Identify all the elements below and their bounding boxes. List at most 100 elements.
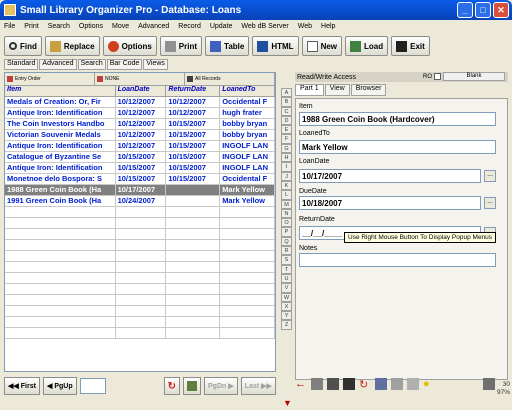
menu-advanced[interactable]: Advanced <box>138 23 169 30</box>
alpha-index-l[interactable]: L <box>281 190 292 200</box>
delete-record-icon[interactable] <box>343 378 355 390</box>
alpha-index-m[interactable]: M <box>281 199 292 209</box>
table-row[interactable]: Antique Iron: Identification 10/12/2007 10… <box>5 141 275 152</box>
html-button[interactable]: HTML <box>252 36 299 56</box>
menu-help[interactable]: Help <box>321 23 335 30</box>
alpha-index-u[interactable]: U <box>281 273 292 284</box>
menu-update[interactable]: Update <box>210 23 233 30</box>
table-row[interactable]: Antique Iron: Identification 10/12/2007 10… <box>5 108 275 119</box>
table-row[interactable]: Victorian Souvenir Medals 10/12/2007 10/15… <box>5 130 275 141</box>
alpha-index-w[interactable]: W <box>281 292 292 302</box>
table-row[interactable]: Catalogue of Byzantine Se 10/15/2007 10/15… <box>5 152 275 163</box>
menu-print[interactable]: Print <box>24 23 38 30</box>
table-row[interactable] <box>5 328 275 339</box>
menu-web[interactable]: Web <box>298 23 312 30</box>
item-field[interactable]: 1988 Green Coin Book (Hardcover) <box>299 112 496 126</box>
entry-order-button[interactable]: Entry Order <box>5 73 95 85</box>
tab-bar-code[interactable]: Bar Code <box>106 59 143 70</box>
tab-advanced[interactable]: Advanced <box>39 59 77 70</box>
tab-part-1[interactable]: Part 1 <box>295 84 324 96</box>
alpha-index-y[interactable]: Y <box>281 311 292 321</box>
menu-web-db-server[interactable]: Web dB Server <box>241 23 288 30</box>
alpha-index-o[interactable]: O <box>281 218 292 228</box>
records-grid[interactable]: Item LoanDate ReturnDate LoanedTo Medals… <box>5 86 275 339</box>
alpha-index-n[interactable]: N <box>281 208 292 219</box>
alpha-index-b[interactable]: B <box>281 97 292 107</box>
table-row[interactable]: Antique Iron: Identification 10/15/2007 10… <box>5 163 275 174</box>
duedate-field[interactable]: 10/18/2007 <box>299 196 481 210</box>
ro-checkbox[interactable]: RO <box>423 73 441 80</box>
notes-field[interactable] <box>299 253 496 267</box>
table-row[interactable] <box>5 317 275 328</box>
loanedto-field[interactable]: Mark Yellow <box>299 140 496 154</box>
table-row[interactable] <box>5 306 275 317</box>
menu-file[interactable]: File <box>4 23 15 30</box>
blank-button[interactable]: Blank <box>443 72 505 81</box>
scroll-down-arrow-icon[interactable]: ▼ <box>283 398 293 408</box>
menu-record[interactable]: Record <box>178 23 201 30</box>
alpha-index-g[interactable]: G <box>281 143 292 154</box>
alpha-index-x[interactable]: X <box>281 301 292 312</box>
table-row[interactable] <box>5 240 275 251</box>
table-row[interactable]: Monetnoe delo Bospora: S 10/15/2007 10/15/… <box>5 174 275 185</box>
table-row[interactable] <box>5 207 275 218</box>
maximize-button[interactable]: □ <box>475 2 491 18</box>
lock-record-icon[interactable] <box>391 378 403 390</box>
minimize-button[interactable]: _ <box>457 2 473 18</box>
all-records-button[interactable]: All Records <box>185 73 275 85</box>
table-row[interactable] <box>5 262 275 273</box>
table-row[interactable]: Medals of Creation: Or, Fir 10/12/2007 10/… <box>5 97 275 108</box>
alpha-index-e[interactable]: E <box>281 125 292 135</box>
alpha-index-v[interactable]: V <box>281 283 292 293</box>
alpha-index-z[interactable]: Z <box>281 320 292 330</box>
load-button[interactable]: Load <box>345 36 389 56</box>
alpha-index-d[interactable]: D <box>281 115 292 126</box>
paste-record-icon[interactable] <box>327 378 339 390</box>
duedate-picker-button[interactable]: ... <box>484 197 496 209</box>
tab-standard[interactable]: Standard <box>4 59 39 70</box>
loandate-field[interactable]: 10/17/2007 <box>299 169 481 183</box>
lightbulb-icon[interactable]: ● <box>423 378 435 390</box>
alpha-index-k[interactable]: K <box>281 180 292 191</box>
alpha-index-q[interactable]: Q <box>281 236 292 247</box>
copy-record-icon[interactable] <box>311 378 323 390</box>
pgdn-button[interactable]: PgDn ▶ <box>204 377 238 395</box>
alpha-index-a[interactable]: A <box>281 88 292 98</box>
menu-move[interactable]: Move <box>112 23 129 30</box>
table-row[interactable]: 1991 Green Coin Book (Ha 10/24/2007 Mark Y… <box>5 196 275 207</box>
alpha-index-h[interactable]: H <box>281 153 292 163</box>
new-button[interactable]: New <box>301 36 343 56</box>
last-button[interactable]: Last ▶▶ <box>240 377 276 395</box>
alpha-index-t[interactable]: T <box>281 264 292 274</box>
options-button[interactable]: Options <box>102 36 157 56</box>
table-row[interactable]: The Coin Investors Handbo 10/12/2007 10/15… <box>5 119 275 130</box>
replace-button[interactable]: Replace <box>44 36 100 56</box>
table-row[interactable] <box>5 229 275 240</box>
alpha-index-c[interactable]: C <box>281 106 292 116</box>
pgup-button[interactable]: ◀ PgUp <box>42 377 77 395</box>
column-header-item[interactable]: Item <box>5 86 116 96</box>
first-button[interactable]: ◀◀ First <box>4 377 40 395</box>
table-row[interactable]: 1988 Green Coin Book (Ha 10/17/2007 Mark Y… <box>5 185 275 196</box>
tab-view[interactable]: View <box>324 84 350 96</box>
alpha-index-i[interactable]: I <box>281 162 292 172</box>
table-row[interactable] <box>5 251 275 262</box>
tab-browser[interactable]: Browser <box>350 84 387 96</box>
refresh-record-icon[interactable]: ↻ <box>359 378 371 391</box>
refresh-button[interactable]: ↻ <box>163 377 181 395</box>
sort-none-button[interactable]: NONE <box>95 73 185 85</box>
alpha-index-p[interactable]: P <box>281 227 292 237</box>
print-button[interactable]: Print <box>159 36 203 56</box>
print-record-icon[interactable] <box>483 378 495 390</box>
alpha-index-j[interactable]: J <box>281 171 292 181</box>
table-button[interactable]: Table <box>205 36 250 56</box>
move-record-icon[interactable] <box>375 378 387 390</box>
table-row[interactable] <box>5 295 275 306</box>
table-row[interactable] <box>5 218 275 229</box>
column-header-returndate[interactable]: ReturnDate <box>166 86 221 96</box>
loandate-picker-button[interactable]: ... <box>484 170 496 182</box>
export-record-icon[interactable] <box>407 378 419 390</box>
close-button[interactable]: ✕ <box>493 2 509 18</box>
tab-views[interactable]: Views <box>143 59 168 70</box>
menu-search[interactable]: Search <box>48 23 70 30</box>
